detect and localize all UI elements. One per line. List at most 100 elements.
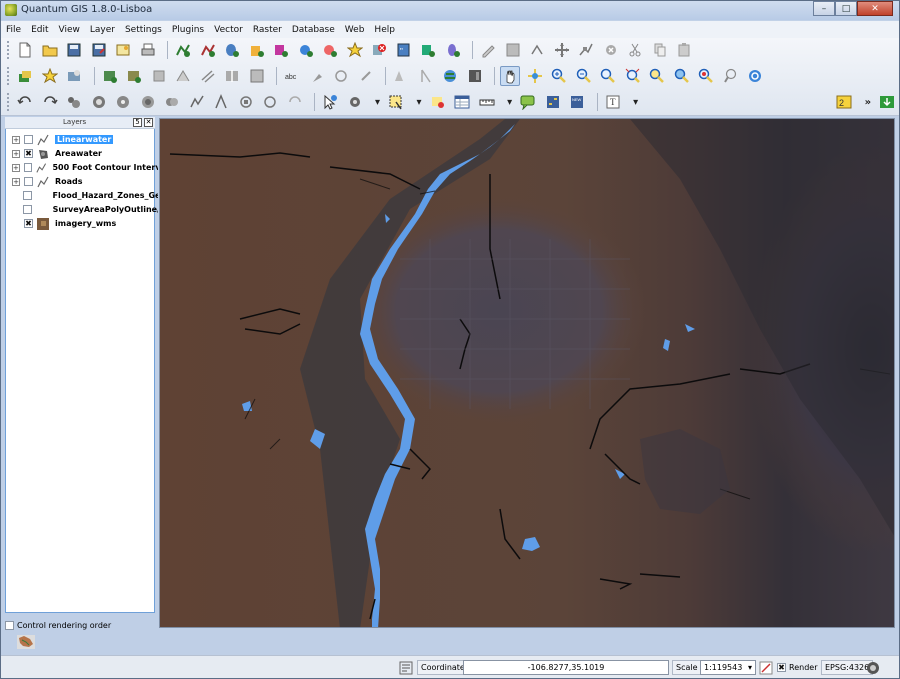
map-imagery[interactable] — [160, 119, 895, 628]
label-tool-icon[interactable]: abc — [282, 66, 302, 86]
chevron-down-icon[interactable]: ▾ — [375, 97, 380, 108]
control-rendering-order[interactable]: Control rendering order — [5, 619, 111, 631]
layer-visibility-checkbox[interactable] — [24, 177, 33, 186]
map-canvas[interactable] — [159, 118, 895, 628]
layer-row-survey-area[interactable]: SurveyAreaPolyOutline/... — [12, 203, 158, 216]
layer-visibility-checkbox[interactable] — [23, 205, 32, 214]
show-bookmarks-icon[interactable]: NEW — [567, 92, 587, 112]
undo-icon[interactable] — [15, 92, 35, 112]
menu-file[interactable]: File — [1, 25, 26, 35]
rotate-label-icon[interactable] — [391, 66, 411, 86]
reshape-features-icon[interactable] — [173, 66, 193, 86]
layer-visibility-checkbox[interactable]: ✖ — [24, 149, 33, 158]
expand-toggle[interactable]: + — [12, 177, 20, 186]
new-project-icon[interactable] — [15, 40, 35, 60]
expand-toggle[interactable]: + — [12, 163, 20, 172]
zoom-full-icon[interactable] — [623, 66, 643, 86]
print-icon[interactable] — [138, 40, 158, 60]
merge-features-icon[interactable] — [247, 66, 267, 86]
redo-icon[interactable] — [40, 92, 60, 112]
remove-layer-icon[interactable] — [369, 40, 389, 60]
render-checkbox[interactable]: ✖ — [777, 663, 786, 672]
render-toggle[interactable]: ✖ Render — [777, 660, 817, 675]
expand-toggle[interactable]: + — [12, 149, 20, 158]
layer-properties-icon[interactable] — [64, 66, 84, 86]
reshape-icon[interactable] — [187, 92, 207, 112]
select-features-icon[interactable] — [386, 92, 406, 112]
menu-view[interactable]: View — [54, 25, 85, 35]
layer-visibility-checkbox[interactable] — [24, 135, 33, 144]
add-spatialite-layer-icon[interactable] — [247, 40, 267, 60]
add-postgis-layer-icon[interactable] — [222, 40, 242, 60]
zoom-next-icon[interactable] — [721, 66, 741, 86]
delete-ring-icon[interactable] — [149, 66, 169, 86]
redo-2-icon[interactable] — [285, 92, 305, 112]
zoom-to-layer-icon[interactable] — [672, 66, 692, 86]
add-mssql-layer-icon[interactable] — [271, 40, 291, 60]
deselect-features-icon[interactable] — [428, 92, 448, 112]
paste-features-icon[interactable] — [674, 40, 694, 60]
add-wms-layer-icon[interactable] — [296, 40, 316, 60]
attribute-table-icon[interactable] — [452, 92, 472, 112]
map-tips-icon[interactable] — [518, 92, 538, 112]
add-part-icon[interactable] — [124, 66, 144, 86]
add-part-2-icon[interactable] — [113, 92, 133, 112]
close-panel-button[interactable]: ✕ — [144, 118, 153, 127]
new-shapefile-layer-icon[interactable] — [345, 40, 365, 60]
show-hide-labels-icon[interactable] — [331, 66, 351, 86]
toolbar-overflow-1[interactable]: » — [865, 97, 871, 108]
star-layer-icon[interactable] — [40, 66, 60, 86]
cut-features-icon[interactable] — [625, 40, 645, 60]
zoom-to-selection-icon[interactable] — [647, 66, 667, 86]
menu-help[interactable]: Help — [369, 25, 400, 35]
zoom-in-icon[interactable] — [549, 66, 569, 86]
add-wcs-layer-icon[interactable] — [320, 40, 340, 60]
minimize-button[interactable]: – — [813, 1, 835, 16]
open-project-icon[interactable] — [40, 40, 60, 60]
copy-features-icon[interactable] — [650, 40, 670, 60]
zoom-out-icon[interactable] — [574, 66, 594, 86]
toolbar-grip[interactable] — [7, 41, 11, 59]
layer-visibility-checkbox[interactable]: ✖ — [24, 219, 33, 228]
add-vector-layer-icon[interactable] — [173, 40, 193, 60]
identify-features-icon[interactable] — [320, 92, 340, 112]
pan-map-icon[interactable] — [500, 66, 520, 86]
menu-database[interactable]: Database — [287, 25, 340, 35]
new-bookmark-icon[interactable] — [543, 92, 563, 112]
measure-line-icon[interactable] — [477, 92, 497, 112]
pin-labels-icon[interactable] — [307, 66, 327, 86]
split-parts-icon[interactable] — [211, 92, 231, 112]
add-raster-layer-icon[interactable] — [198, 40, 218, 60]
menu-raster[interactable]: Raster — [248, 25, 287, 35]
maximize-button[interactable]: □ — [835, 1, 857, 16]
refresh-icon[interactable] — [745, 66, 765, 86]
offset-curve-icon[interactable] — [198, 66, 218, 86]
layer-row-linearwater[interactable]: + Linearwater — [12, 133, 158, 146]
menu-plugins[interactable]: Plugins — [167, 25, 209, 35]
fill-ring-icon[interactable] — [138, 92, 158, 112]
add-oracle-layer-icon[interactable] — [418, 40, 438, 60]
merge-attributes-icon[interactable] — [260, 92, 280, 112]
pan-to-selection-icon[interactable] — [525, 66, 545, 86]
scale-combobox[interactable]: 1:119543 ▾ — [700, 660, 756, 675]
change-label-icon[interactable] — [416, 66, 436, 86]
chevron-down-icon[interactable]: ▾ — [748, 663, 752, 672]
layer-row-contour[interactable]: + 500 Foot Contour Intervals — [12, 161, 158, 174]
zoom-actual-size-icon[interactable] — [598, 66, 618, 86]
toggle-editing-icon[interactable] — [478, 40, 498, 60]
plugin-python-icon[interactable]: 2 — [834, 92, 854, 112]
coordinate-field[interactable]: -106.8277,35.1019 — [463, 660, 669, 675]
add-feature-icon[interactable] — [527, 40, 547, 60]
add-wfs-layer-icon[interactable] — [443, 40, 463, 60]
control-rendering-order-checkbox[interactable] — [5, 620, 14, 630]
add-layer-group-icon[interactable] — [15, 66, 35, 86]
move-feature-icon[interactable] — [552, 40, 572, 60]
chevron-down-icon[interactable]: ▾ — [633, 97, 638, 108]
layer-row-areawater[interactable]: + ✖ Areawater — [12, 147, 158, 160]
close-button[interactable]: ✕ — [857, 1, 893, 16]
chevron-down-icon[interactable]: ▾ — [507, 97, 512, 108]
crs-globe-icon[interactable] — [866, 660, 880, 675]
menu-settings[interactable]: Settings — [120, 25, 167, 35]
delete-selected-icon[interactable] — [601, 40, 621, 60]
float-panel-button[interactable]: 5 — [133, 118, 142, 127]
